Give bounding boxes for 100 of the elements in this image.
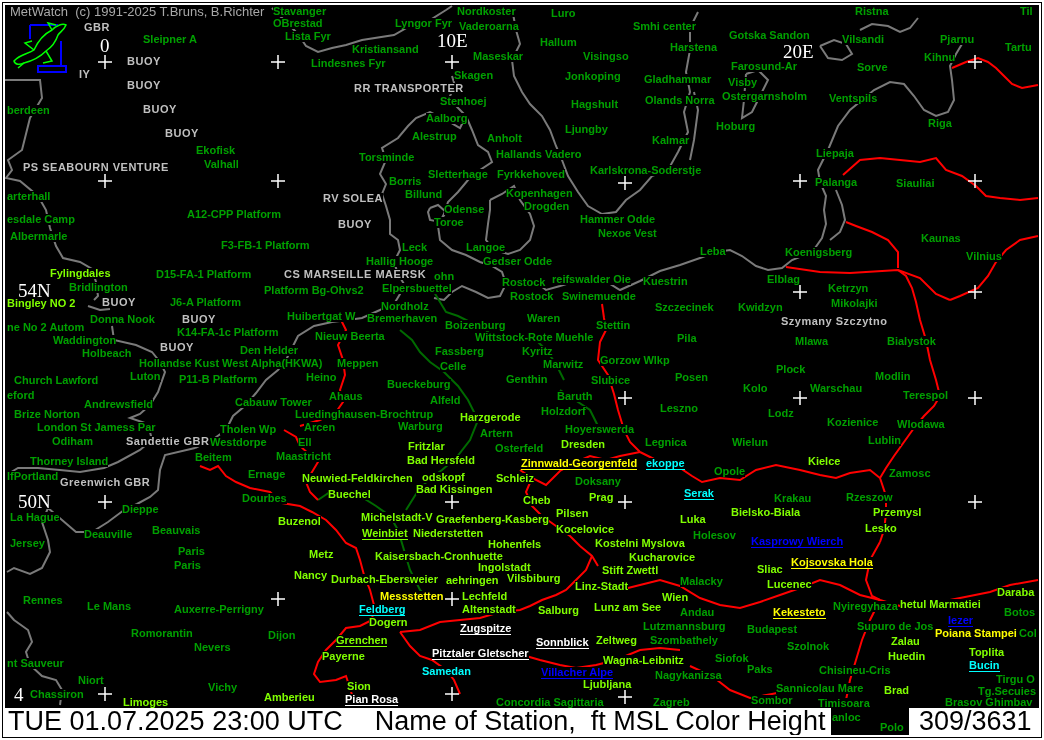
station-label: Nordholz [381,301,429,312]
station-label: Wien [662,592,689,603]
station-label: Warburg [398,421,443,432]
grid-cross-icon [618,690,632,704]
station-label: Przemysl [873,507,922,518]
station-label: Timisoara [818,698,870,709]
grid-cross-icon [445,687,459,701]
underlined-station-label: Sonnblick [536,637,589,649]
station-label: Kyritz [522,346,553,357]
station-label: Lyngor Fyr [395,18,453,29]
station-label: Andau [680,607,715,618]
marine-station-label: BUOY [102,297,136,308]
station-label: Beitem [195,452,232,463]
station-label: Ahaus [329,391,363,402]
station-label: Botos [1004,607,1036,618]
grid-cross-icon [793,174,807,188]
station-label: Liepaja [816,148,854,159]
station-label: Elpersbuettel [382,283,452,294]
station-label: Kihnu [924,52,956,63]
station-label: Plock [776,364,806,375]
station-label: Toplita [969,647,1005,658]
grid-cross-icon [445,55,459,69]
station-label: Brasov Ghimbav [945,697,1033,708]
station-label: Rzeszow [846,492,893,503]
station-label: Terespol [903,390,949,401]
station-label: Kielce [808,456,841,467]
station-label: Daraba [997,587,1035,598]
coordinate-label: 20E [783,44,814,59]
station-label: Romorantin [131,628,193,639]
station-label: Stenhoej [440,96,487,107]
station-label: Sorve [857,62,888,73]
grid-cross-icon [968,55,982,69]
station-label: arterhall [7,191,51,202]
station-label: Anholt [487,133,522,144]
station-label: Odense [444,204,485,215]
grid-cross-icon [968,495,982,509]
underlined-station-label: Feldberg [359,604,406,616]
station-label: Dieppe [122,504,159,515]
station-label: Albermarle [10,231,68,242]
coordinate-label: 10E [437,33,468,48]
station-label: Lodz [768,408,794,419]
station-label: Ernage [248,469,286,480]
station-label: Vilnius [966,251,1002,262]
station-label: Wielun [732,437,768,448]
marine-station-label: IY [79,69,91,80]
grid-cross-icon [793,391,807,405]
station-label: Ventspils [829,93,878,104]
station-label: Stift Zwettl [602,565,659,576]
underlined-station-label: Kekesteto [773,607,826,619]
marine-station-label: BUOY [338,219,372,230]
station-label: Vaderoarna [459,21,519,32]
marine-station-label: BUOY [165,128,199,139]
station-label: Wagna-Leibnitz [603,655,684,666]
station-label: Langoe [466,242,506,253]
station-label: Hagshult [571,99,619,110]
station-label: Messstetten [380,591,444,602]
station-label: Rostock [510,291,554,302]
station-label: Bueckeburg [387,379,451,390]
station-label: eford [7,390,35,401]
station-label: Luton [130,371,161,382]
station-label: Kalmar [652,135,690,146]
underlined-station-label: ekoppe [646,458,685,470]
station-label: Ingolstadt [478,562,531,573]
grid-cross-icon [968,174,982,188]
station-label: Zagreb [653,697,690,708]
station-label: Aalborg [426,113,468,124]
station-label: Paris [178,546,205,557]
station-label: La Hague [10,512,60,523]
station-label: Huedin [888,651,926,662]
station-label: Lesko [865,523,897,534]
station-label: Fassberg [435,346,484,357]
station-label: Holesov [693,530,736,541]
station-label: Fyrkkehoved [497,169,565,180]
station-label: Vilsbiburg [507,573,561,584]
station-label: Heino [306,372,337,383]
station-label: Visby [728,77,758,88]
station-label: Odiham [52,436,93,447]
station-label: Jersey [10,538,45,549]
station-label: Hallum [540,37,577,48]
marine-station-label: GBR [84,22,110,33]
station-label: Chassiron [30,689,84,700]
marine-station-label: BUOY [160,342,194,353]
station-label: Sliac [757,564,783,575]
station-label: Kocelovice [556,524,615,535]
station-label: Szczecinek [655,302,714,313]
station-label: nt Sauveur [7,658,64,669]
station-label: Doksany [575,476,621,487]
station-label: Samedan [422,666,471,677]
station-label: Hollandse Kust West Alpha(HKWA) [139,358,323,369]
station-label: Payerne [322,651,365,662]
station-label: Leba [700,246,726,257]
date-time-label: TUE 01.07.2025 23:00 UTC [8,708,343,735]
station-label: Boizenburg [445,320,506,331]
station-label: Ostergarnsholm [722,91,807,102]
marine-station-label: Greenwich GBR [60,477,151,488]
station-label: Legnica [645,437,687,448]
station-label: Cheb [523,495,551,506]
station-label: Tirgu O [996,674,1035,685]
grid-cross-icon [98,687,112,701]
station-label: Marwitz [543,359,584,370]
